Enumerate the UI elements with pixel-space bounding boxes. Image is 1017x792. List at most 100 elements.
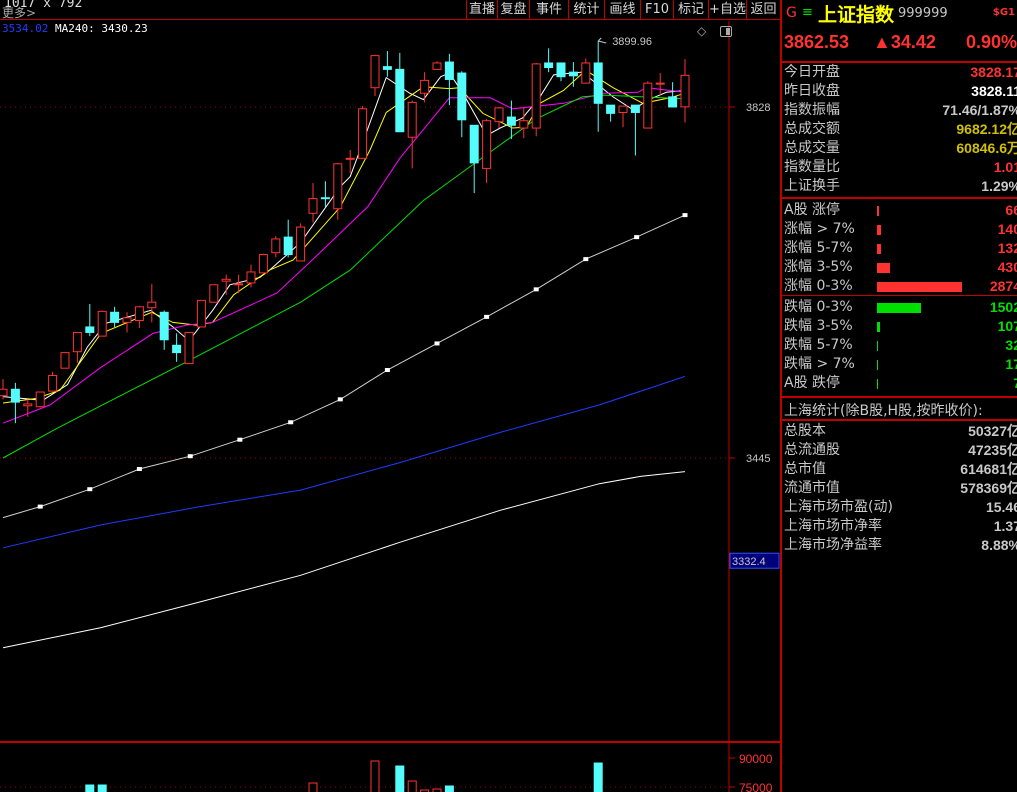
candle-up (271, 238, 281, 254)
ma5-line (2, 71, 686, 401)
toolbar-button-8[interactable]: 返回 (746, 0, 780, 20)
candle-up (370, 55, 380, 89)
candle-up (35, 391, 45, 408)
candle-down (506, 116, 516, 126)
candle-up (680, 74, 690, 108)
last-price: 3862.53 (784, 32, 850, 52)
divider (782, 396, 1017, 398)
index-code: 999999 (898, 6, 948, 21)
candle-up (134, 306, 144, 322)
panel-toggle-icon[interactable] (720, 26, 732, 37)
ma10-line (2, 69, 686, 404)
stats-row: 今日开盘 3828.17 (784, 63, 1017, 82)
row-label: 总流通股 (784, 442, 840, 458)
candle-up (308, 198, 318, 214)
candle-up (234, 283, 244, 286)
ma120-marker (583, 257, 589, 262)
candle-up (122, 317, 132, 323)
volume-bar (370, 760, 380, 792)
price-axis-label: 3445 (746, 453, 770, 465)
row-label: 跌幅 > 7% (784, 356, 855, 372)
diamond-icon[interactable]: ◇ (697, 24, 706, 38)
row-value: 50327亿 (968, 423, 1017, 439)
ma60-line (2, 94, 686, 459)
row-value: 66 (1005, 202, 1017, 218)
price-change: ▲34.42 (873, 32, 936, 52)
volume-axis-label: 90000 (739, 752, 773, 766)
ma20-line (2, 87, 686, 424)
candle-up (531, 63, 541, 129)
volume-bar (395, 765, 405, 792)
stats-row: 上证换手 1.29% (784, 177, 1017, 196)
sh-row: 总股本 50327亿 (784, 422, 1017, 441)
breadth-bar (877, 244, 881, 254)
ma_blue-line (2, 375, 686, 549)
candle-up (97, 310, 107, 337)
row-value: 32 (1005, 337, 1017, 353)
row-value: 107 (997, 318, 1017, 334)
ups-row: 涨幅 > 7% 140 (784, 220, 1017, 239)
row-label: 上证换手 (784, 178, 840, 194)
candle-up (655, 82, 665, 85)
toolbar-button-3[interactable]: 统计 (568, 0, 604, 20)
row-label: 上海市场市净率 (784, 518, 882, 534)
candle-down (469, 124, 479, 164)
toolbar-button-7[interactable]: +自选 (708, 0, 746, 20)
candle-up (358, 108, 368, 159)
divider (782, 419, 1017, 421)
candle-down (159, 311, 169, 341)
row-label: 总成交量 (784, 140, 840, 156)
toolbar-button-0[interactable]: 直播 (466, 0, 497, 20)
stats-row: 指数振幅 71.46/1.87% (784, 101, 1017, 120)
downs-row: 跌幅 5-7% 32 (784, 336, 1017, 355)
toolbar-button-4[interactable]: 画线 (604, 0, 640, 20)
candle-up (519, 120, 529, 129)
stats-row: 总成交额 9682.12亿 (784, 120, 1017, 139)
candle-down (444, 61, 454, 80)
candle-down (395, 68, 405, 133)
candle-down (668, 96, 678, 108)
toolbar-button-6[interactable]: 标记 (673, 0, 708, 20)
candle-up (0, 388, 8, 397)
row-value: 2874 (989, 278, 1017, 294)
price-axis-label: 3828 (746, 102, 770, 114)
ma120-marker (87, 487, 93, 492)
row-value: 578369亿 (960, 480, 1017, 496)
menu-icon[interactable]: ≡ (802, 5, 813, 20)
candle-up (72, 331, 82, 353)
volume-bar (308, 782, 318, 792)
volume-bar (407, 780, 417, 792)
row-label: 总股本 (784, 423, 826, 439)
row-value: 1.01 (993, 159, 1017, 175)
stats-row: 指数量比 1.01 (784, 158, 1017, 177)
high-price-label: 3899.96 (612, 36, 652, 48)
ma120-marker (634, 235, 640, 240)
downs-row: A股 跌停 7 (784, 374, 1017, 393)
row-label: 涨幅 3-5% (784, 259, 853, 275)
downs-row: 跌幅 0-3% 1502 (784, 298, 1017, 317)
row-value: 430 (997, 259, 1017, 275)
kline-chart[interactable]: 3828 3445 3332.4 90000 75000 3899.96 (0, 21, 780, 792)
row-value: 1.29% (981, 178, 1017, 194)
toolbar-button-2[interactable]: 事件 (529, 0, 568, 20)
candle-up (296, 226, 306, 262)
candle-down (630, 104, 640, 113)
candle-down (457, 72, 467, 121)
ma120-marker (37, 504, 43, 509)
ma120-marker (337, 397, 343, 402)
toolbar-button-5[interactable]: F10 (640, 0, 673, 20)
divider (782, 295, 1017, 296)
row-label: 上海市场市盈(动) (784, 499, 893, 515)
toolbar-button-1[interactable]: 复盘 (497, 0, 529, 20)
row-value: 7 (1013, 374, 1017, 393)
row-label: 跌幅 5-7% (784, 337, 853, 353)
group-tag: $G1 (992, 7, 1015, 18)
row-label: 跌幅 0-3% (784, 299, 853, 315)
candle-down (172, 344, 182, 354)
ma120-marker (237, 437, 243, 442)
downs-row: 跌幅 > 7% 17 (784, 355, 1017, 374)
g-icon[interactable]: G (786, 5, 797, 21)
volume-bar (444, 785, 454, 792)
row-value: 60846.6万 (956, 140, 1017, 156)
sh-row: 上海市场市净率 1.37 (784, 517, 1017, 536)
